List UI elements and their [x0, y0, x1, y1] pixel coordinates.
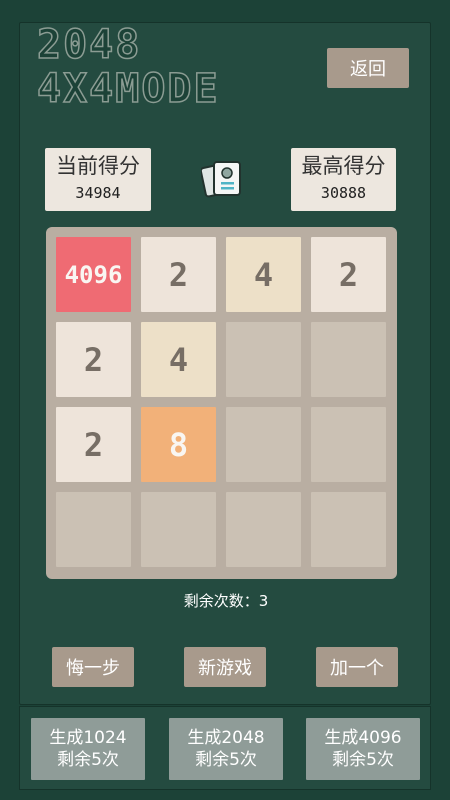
tile-4: 4: [226, 237, 301, 312]
tile-4: 4: [141, 322, 216, 397]
tile-2: 2: [141, 237, 216, 312]
current-score-label: 当前得分: [56, 154, 140, 178]
current-score-value: 34984: [75, 184, 121, 202]
empty-cell: [311, 322, 386, 397]
logo-title: 2048: [36, 22, 142, 68]
logo-mode: 4X4MODE: [36, 66, 220, 112]
generate-2048-remaining: 剩余5次: [195, 750, 257, 770]
generate-4096-remaining: 剩余5次: [332, 750, 394, 770]
empty-cell: [226, 407, 301, 482]
undo-button[interactable]: 悔一步: [52, 647, 134, 687]
empty-cell: [311, 407, 386, 482]
best-score-box: 最高得分 30888: [291, 148, 396, 211]
tile-2: 2: [311, 237, 386, 312]
best-score-label: 最高得分: [301, 154, 386, 178]
empty-cell: [141, 492, 216, 567]
backpack-icon[interactable]: [201, 159, 247, 199]
tile-4096: 4096: [56, 237, 131, 312]
generate-1024-button[interactable]: 生成1024 剩余5次: [31, 718, 145, 780]
remaining-count: 剩余次数：3: [183, 592, 269, 610]
add-one-button[interactable]: 加一个: [316, 647, 398, 687]
generate-2048-button[interactable]: 生成2048 剩余5次: [169, 718, 283, 780]
empty-cell: [226, 322, 301, 397]
current-score-box: 当前得分 34984: [45, 148, 151, 211]
generate-bar: 生成1024 剩余5次 生成2048 剩余5次 生成4096 剩余5次: [19, 706, 431, 790]
empty-cell: [311, 492, 386, 567]
back-button[interactable]: 返回: [327, 48, 409, 88]
generate-1024-remaining: 剩余5次: [57, 750, 119, 770]
game-board[interactable]: 4096 2 4 2 2 4 2 8: [46, 227, 397, 579]
best-score-value: 30888: [320, 184, 367, 202]
game-panel: 2048 4X4MODE 返回 当前得分 34984 最高得分 30888 40…: [19, 22, 431, 705]
new-game-button[interactable]: 新游戏: [184, 647, 266, 687]
tile-8: 8: [141, 407, 216, 482]
empty-cell: [56, 492, 131, 567]
game-logo: 2048 4X4MODE: [36, 22, 220, 112]
generate-4096-title: 生成4096: [324, 728, 402, 748]
tile-2: 2: [56, 322, 131, 397]
generate-1024-title: 生成1024: [49, 728, 127, 748]
empty-cell: [226, 492, 301, 567]
tile-2: 2: [56, 407, 131, 482]
generate-2048-title: 生成2048: [187, 728, 265, 748]
generate-4096-button[interactable]: 生成4096 剩余5次: [306, 718, 420, 780]
